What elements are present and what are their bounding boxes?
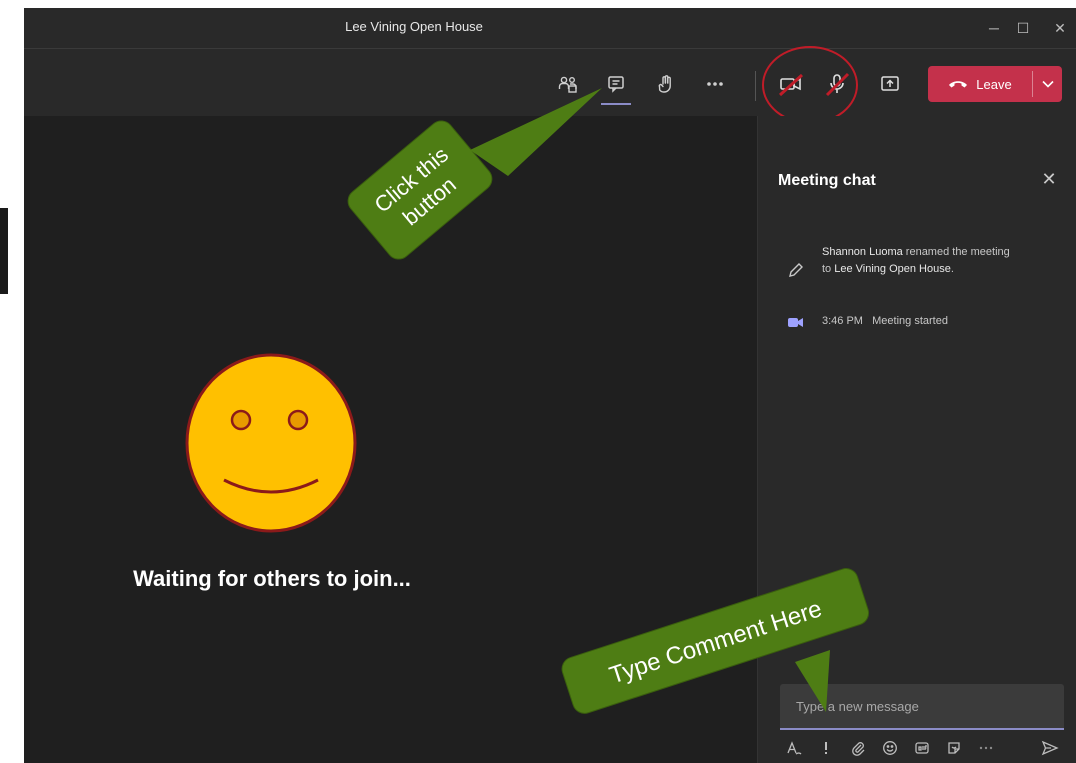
chat-active-indicator [601,103,631,105]
rename-end-punct: . [950,263,954,275]
gif-icon [915,742,929,754]
more-icon [707,82,723,86]
camera-mic-highlight-circle [762,46,858,124]
share-content-button[interactable] [873,67,907,101]
screenshot-canvas: Lee Vining Open House ─ ☐ ✕ Leave Waitin… [0,0,1076,763]
attach-button[interactable] [846,736,870,760]
more-options-button[interactable] [974,736,998,760]
raise-hand-button[interactable] [649,67,683,101]
send-icon [1041,740,1059,756]
window-title: Lee Vining Open House [345,19,483,34]
hand-icon [658,75,671,93]
more-actions-button[interactable] [698,67,732,101]
format-button[interactable] [782,736,806,760]
chevron-down-icon [1041,80,1054,88]
chat-panel-title: Meeting chat [778,172,876,189]
meeting-chat-panel: Meeting chat ✕ Shannon Luoma renamed the… [757,116,1076,763]
participants-button[interactable] [551,67,585,101]
toolbar-divider [755,71,756,101]
meeting-started-text: 3:46 PM Meeting started [822,313,1012,330]
event-text: Meeting started [872,315,948,327]
new-message-input[interactable] [780,684,1064,728]
close-chat-button[interactable]: ✕ [1038,168,1060,190]
minimize-button[interactable]: ─ [982,16,1006,40]
leave-label: Leave [976,76,1012,92]
meeting-stage: Waiting for others to join... [24,116,757,763]
leave-button[interactable]: Leave [928,66,1062,102]
title-bar: Lee Vining Open House ─ ☐ ✕ [24,8,1076,48]
paperclip-icon [852,742,865,756]
meeting-video-icon [788,318,803,327]
emoji-icon [883,741,897,755]
leave-main-area[interactable]: Leave [928,66,1032,102]
compose-toolbar [780,736,1070,763]
meeting-toolbar: Leave [24,48,1076,116]
leave-options-dropdown[interactable] [1033,66,1062,102]
message-composer[interactable] [780,684,1064,730]
important-icon [825,742,827,754]
rename-event-text: Shannon Luoma renamed the meeting to Lee… [822,244,1012,278]
smiley-face-icon [185,353,357,533]
participants-icon [558,76,577,93]
share-tray-icon [881,76,899,91]
more-icon [979,746,993,750]
emoji-button[interactable] [878,736,902,760]
gif-button[interactable] [910,736,934,760]
format-icon [787,741,802,755]
mark-important-button[interactable] [814,736,838,760]
send-button[interactable] [1038,736,1062,760]
hang-up-icon [949,81,968,88]
teams-meeting-window: Lee Vining Open House ─ ☐ ✕ Leave Waitin… [24,8,1076,763]
maximize-button[interactable]: ☐ [1011,16,1035,40]
close-window-button[interactable]: ✕ [1048,16,1072,40]
actor-name: Shannon Luoma [822,246,903,258]
sticker-icon [948,742,960,754]
show-conversation-button[interactable] [599,67,633,101]
left-edge-bar [0,208,8,294]
sticker-button[interactable] [942,736,966,760]
renamed-meeting-name: Lee Vining Open House [834,263,951,275]
waiting-message: Waiting for others to join... [133,566,411,591]
chat-icon [608,76,624,93]
event-time: 3:46 PM [822,315,863,327]
pencil-icon [789,263,803,277]
